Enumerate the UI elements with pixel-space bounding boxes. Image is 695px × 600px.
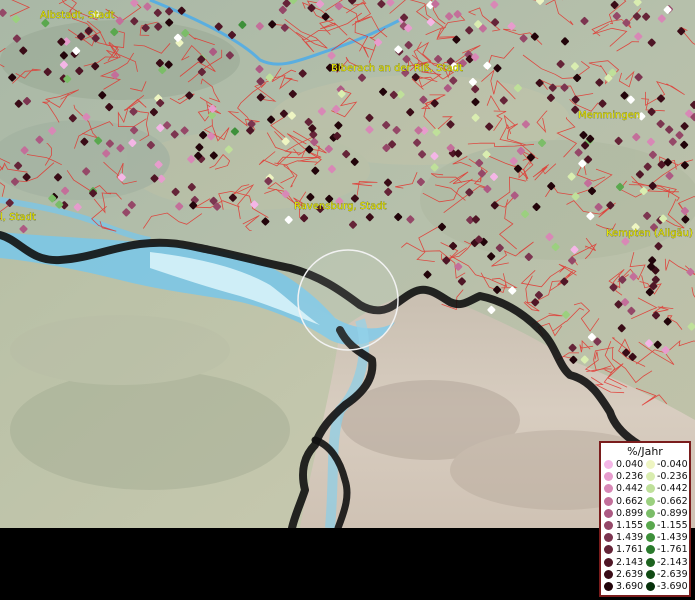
- legend-row: 2.639 -2.639: [601, 569, 689, 580]
- legend-value-positive: 0.040: [616, 459, 644, 470]
- legend-swatch-negative: [646, 545, 655, 555]
- legend-value-positive: 2.143: [616, 556, 644, 568]
- legend-value-negative: -2.639: [657, 568, 688, 580]
- legend-value-negative: -0.662: [657, 495, 688, 507]
- city-label-kempten: Kempten (Allgäu): [606, 228, 693, 239]
- legend-swatch-positive: [604, 508, 613, 518]
- legend-row: 0.236 -0.236: [601, 471, 689, 482]
- legend-swatch-positive: [604, 557, 613, 567]
- city-label-albstadt: Albstadt, Stadt: [40, 10, 115, 21]
- legend-swatch-negative: [646, 533, 655, 543]
- legend-row: 1.155 -1.155: [601, 520, 689, 531]
- legend-swatch-negative: [646, 472, 655, 482]
- legend-value-negative: -0.040: [657, 459, 688, 470]
- legend-swatch-negative: [646, 508, 655, 518]
- legend-row: 1.439 -1.439: [601, 532, 689, 543]
- legend-row: 0.040 -0.040: [601, 459, 689, 470]
- legend-value-positive: 0.899: [616, 507, 644, 519]
- legend-swatch-negative: [646, 496, 655, 506]
- legend-value-negative: -2.143: [657, 556, 688, 568]
- legend-value-positive: 2.639: [616, 568, 644, 580]
- legend-swatch-positive: [604, 533, 613, 543]
- bottom-bar: [0, 528, 695, 600]
- legend-swatch-positive: [604, 472, 613, 482]
- legend-value-negative: -1.439: [657, 532, 688, 544]
- legend-swatch-positive: [604, 569, 613, 579]
- city-label-biberach: Biberach an der Riß, Stadt: [331, 63, 463, 74]
- legend-value-negative: -1.155: [657, 520, 688, 531]
- legend-value-negative: -1.761: [657, 544, 688, 556]
- city-label-ravensburg: Ravensburg, Stadt: [294, 201, 387, 212]
- legend-row: 0.899 -0.899: [601, 508, 689, 519]
- legend-swatch-positive: [604, 582, 613, 591]
- city-label-memmingen: Memmingen: [578, 110, 640, 121]
- selection-circle[interactable]: [297, 249, 399, 351]
- legend-value-positive: 0.236: [616, 471, 644, 483]
- legend-title: %/Jahr: [627, 445, 663, 458]
- legend-swatch-negative: [646, 569, 655, 579]
- legend-value-negative: -0.899: [657, 507, 688, 519]
- legend-row: 2.143 -2.143: [601, 557, 689, 568]
- legend-row: 0.442 -0.442: [601, 483, 689, 494]
- legend-value-negative: -3.690: [657, 581, 688, 592]
- legend-value-negative: -0.442: [657, 483, 688, 495]
- map-view[interactable]: Albstadt, Stadt Biberach an der Riß, Sta…: [0, 0, 695, 528]
- legend-swatch-negative: [646, 460, 655, 469]
- legend-swatch-positive: [604, 545, 613, 555]
- legend-swatch-positive: [604, 460, 613, 469]
- legend-value-positive: 1.439: [616, 532, 644, 544]
- legend-value-positive: 0.442: [616, 483, 644, 495]
- legend-value-positive: 0.662: [616, 495, 644, 507]
- legend: %/Jahr 0.040 -0.040 0.236 -0.236 0.442 -0.442…: [599, 441, 691, 597]
- legend-swatch-negative: [646, 557, 655, 567]
- legend-row: 1.761 -1.761: [601, 544, 689, 555]
- legend-swatch-negative: [646, 582, 655, 591]
- legend-swatch-positive: [604, 521, 613, 530]
- legend-swatch-positive: [604, 496, 613, 506]
- legend-row: 0.662 -0.662: [601, 496, 689, 507]
- legend-row: 3.690 -3.690: [601, 581, 689, 592]
- legend-value-positive: 1.761: [616, 544, 644, 556]
- legend-value-positive: 1.155: [616, 520, 644, 531]
- city-label-west: l, Stadt: [0, 212, 36, 223]
- legend-swatch-negative: [646, 521, 655, 530]
- legend-value-negative: -0.236: [657, 471, 688, 483]
- legend-swatch-negative: [646, 484, 655, 494]
- legend-value-positive: 3.690: [616, 581, 644, 592]
- legend-swatch-positive: [604, 484, 613, 494]
